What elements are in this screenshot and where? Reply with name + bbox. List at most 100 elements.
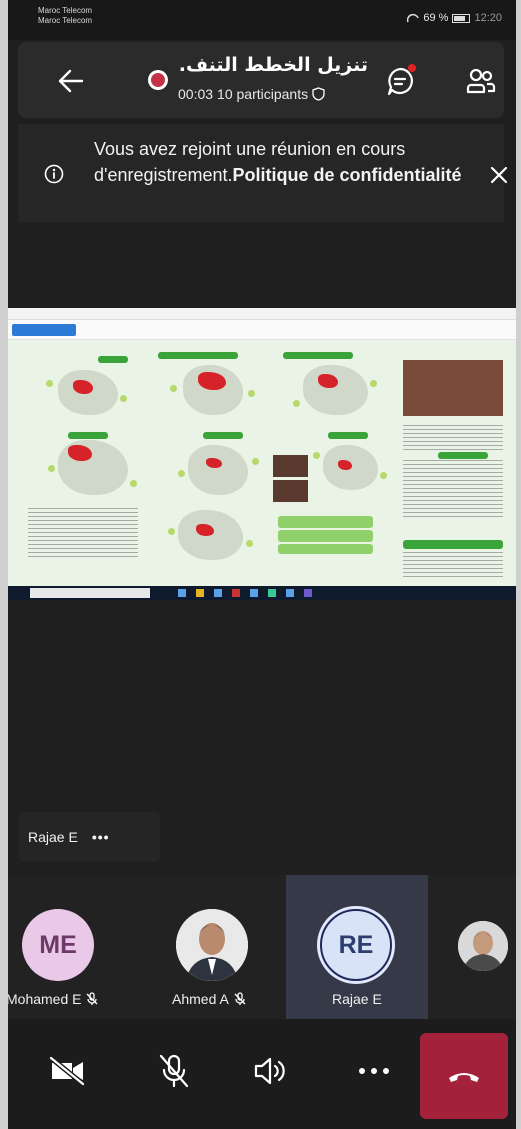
speaker-button[interactable]	[240, 1041, 300, 1101]
map-marker	[248, 390, 255, 397]
speaker-icon	[254, 1057, 285, 1085]
recording-indicator-icon	[148, 70, 168, 90]
clock: 12:20	[474, 12, 502, 24]
carrier-info: Maroc Telecom Maroc Telecom	[38, 6, 92, 26]
shared-tab-bar	[8, 308, 516, 320]
event-photo	[273, 455, 308, 477]
participant-tile-active[interactable]: RE Rajae E	[286, 875, 428, 1019]
profile-photo-icon	[176, 909, 248, 981]
text-paragraph	[403, 552, 503, 580]
more-icon	[359, 1068, 389, 1074]
participant-tile[interactable]	[432, 875, 516, 1019]
battery-level: 69 %	[423, 12, 449, 24]
doc-header-bar	[158, 352, 238, 359]
shared-taskbar	[8, 586, 516, 600]
taskbar-app-icon	[286, 589, 294, 597]
taskbar-app-icon	[250, 589, 258, 597]
doc-header-bar	[278, 516, 373, 528]
highlighted-region	[318, 374, 338, 388]
shield-icon	[312, 87, 325, 101]
shared-document-canvas	[8, 340, 516, 586]
meeting-title[interactable]: تنزيل الخطط التنف..	[178, 54, 368, 76]
participant-name: Mohamed E	[8, 991, 99, 1007]
event-photo	[273, 480, 308, 502]
taskbar-app-icon	[232, 589, 240, 597]
highlighted-region	[198, 372, 226, 390]
close-icon[interactable]	[488, 164, 510, 186]
unread-badge	[408, 64, 416, 72]
privacy-policy-link[interactable]: Politique de confidentialité	[233, 165, 462, 185]
map-marker	[293, 400, 300, 407]
highlighted-region	[196, 524, 214, 536]
carrier-name-1: Maroc Telecom	[38, 6, 93, 15]
carrier-name-2: Maroc Telecom	[38, 16, 93, 25]
mic-off-icon	[159, 1054, 189, 1088]
text-paragraph	[403, 425, 503, 451]
info-icon	[44, 164, 64, 184]
participant-name-text: Mohamed E	[8, 991, 82, 1007]
event-photo	[403, 360, 503, 416]
signal-icon	[407, 13, 420, 23]
region-map	[303, 365, 368, 415]
taskbar-app-icon	[178, 589, 186, 597]
status-bar: Maroc Telecom Maroc Telecom 69 % 12:20	[8, 0, 516, 40]
shared-screen[interactable]	[8, 308, 516, 600]
hangup-icon	[449, 1073, 479, 1082]
region-map	[188, 445, 248, 495]
recording-banner: Vous avez rejoint une réunion en cours d…	[18, 124, 508, 222]
arrow-left-icon[interactable]	[58, 68, 84, 94]
doc-header-bar	[278, 544, 373, 554]
highlighted-region	[338, 460, 352, 470]
map-marker	[380, 472, 387, 479]
battery-icon	[452, 13, 471, 23]
hangup-button[interactable]	[420, 1033, 508, 1119]
map-marker	[252, 458, 259, 465]
shared-toolbar-button	[12, 324, 76, 336]
meeting-duration: 00:03	[178, 86, 214, 102]
people-icon[interactable]	[464, 64, 498, 98]
text-paragraph	[28, 508, 138, 558]
participant-name-text: Rajae E	[332, 991, 382, 1007]
map-marker	[120, 395, 127, 402]
participant-name: Rajae E	[332, 991, 382, 1007]
map-marker	[246, 540, 253, 547]
map-marker	[168, 528, 175, 535]
participant-tile[interactable]: ME Mohamed E	[8, 875, 138, 1019]
meeting-header: تنزيل الخطط التنف.. 00:03 10 participant…	[18, 42, 504, 118]
doc-header-bar	[283, 352, 353, 359]
more-options-icon[interactable]: •••	[92, 829, 110, 845]
avatar: ME	[22, 909, 94, 981]
more-button[interactable]	[344, 1041, 404, 1101]
system-indicators: 69 % 12:20	[407, 12, 502, 24]
shared-toolbar	[8, 320, 516, 340]
doc-header-bar	[203, 432, 243, 439]
speaker-name: Rajae E	[28, 829, 78, 845]
mic-off-icon	[234, 992, 246, 1005]
doc-header-bar	[328, 432, 368, 439]
teams-meeting-screen: Maroc Telecom Maroc Telecom 69 % 12:20 ت…	[8, 0, 516, 1129]
participant-count: 10 participants	[217, 86, 309, 102]
map-marker	[46, 380, 53, 387]
chat-button[interactable]	[384, 64, 418, 98]
doc-header-bar	[403, 540, 503, 549]
doc-header-bar	[68, 432, 108, 439]
mic-off-icon	[87, 992, 98, 1005]
highlighted-region	[68, 445, 92, 461]
avatar	[458, 921, 508, 971]
map-marker	[313, 452, 320, 459]
call-controls	[8, 1019, 516, 1129]
map-marker	[130, 480, 137, 487]
highlighted-region	[73, 380, 93, 394]
active-speaker-label[interactable]: Rajae E •••	[18, 812, 160, 862]
doc-header-bar	[438, 452, 488, 459]
text-paragraph	[403, 460, 503, 520]
participant-tile[interactable]: Ahmed A	[142, 875, 282, 1019]
avatar: RE	[320, 909, 392, 981]
taskbar-app-icon	[196, 589, 204, 597]
camera-toggle-button[interactable]	[38, 1041, 98, 1101]
avatar	[176, 909, 248, 981]
mic-toggle-button[interactable]	[144, 1041, 204, 1101]
participant-strip: ME Mohamed E Ahmed A RE Rajae E	[8, 875, 516, 1019]
camera-off-icon	[49, 1056, 85, 1086]
doc-header-bar	[278, 530, 373, 542]
